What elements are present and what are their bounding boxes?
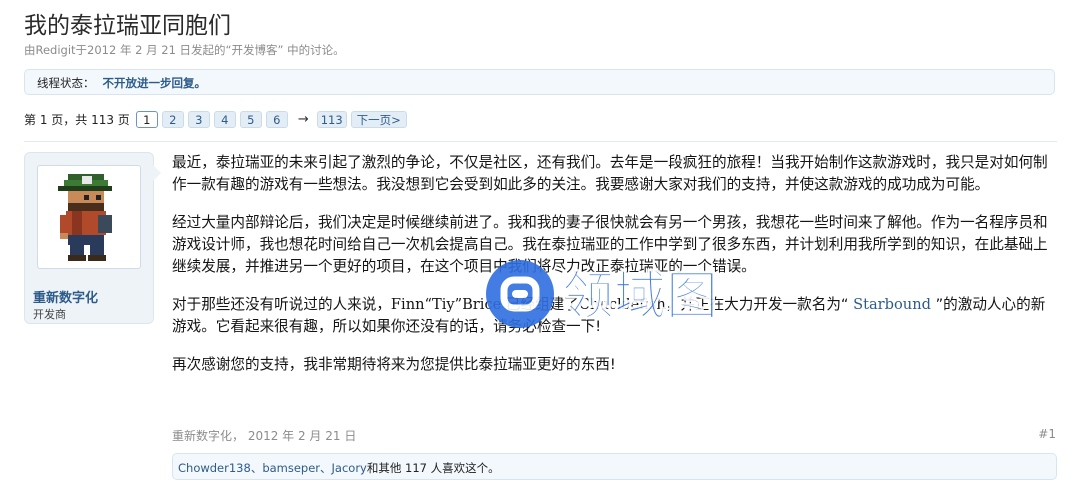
page-link-last[interactable]: 113 — [316, 110, 347, 128]
starbound-link[interactable]: Starbound — [848, 296, 935, 313]
likes-users-link[interactable]: Chowder138、bamseper、Jacory — [178, 461, 367, 475]
thread-title: 我的泰拉瑞亚同胞们 — [24, 13, 231, 39]
page-link-5[interactable]: 5 — [239, 110, 262, 128]
post-user-block: 重新数字化 开发商 — [24, 152, 161, 324]
next-page-button[interactable]: 下一页> — [350, 110, 407, 128]
post-paragraph: 再次感谢您的支持，我非常期待将来为您提供比泰拉瑞亚更好的东西! — [172, 356, 616, 373]
page-link-6[interactable]: 6 — [265, 110, 288, 128]
pagination-info: 第 1 页，共 113 页 — [24, 112, 130, 127]
page-link-2[interactable]: 2 — [161, 110, 184, 128]
likes-others-text[interactable]: 和其他 117 人喜欢这个。 — [367, 461, 500, 475]
pagination: 第 1 页，共 113 页 1 2 3 4 5 6 → 113 下一页> — [24, 109, 411, 129]
thread-subtitle: 由Redigit于2012 年 2 月 21 日发起的“开发博客” 中的讨论。 — [24, 43, 345, 57]
watermark-icon: 领域图 — [486, 260, 719, 328]
post-author-title: 开发商 — [33, 308, 66, 321]
avatar[interactable] — [37, 165, 141, 269]
likes-summary: Chowder138、bamseper、Jacory和其他 117 人喜欢这个。 — [172, 453, 1057, 480]
thread-status-box: 线程状态： 不开放进一步回复。 — [24, 69, 1055, 95]
thread-status-value: 不开放进一步回复。 — [102, 76, 207, 90]
watermark-text: 领域图 — [562, 267, 718, 327]
page-link-4[interactable]: 4 — [213, 110, 236, 128]
post-meta[interactable]: 重新数字化， 2012 年 2 月 21 日 — [172, 427, 356, 444]
pagination-arrow-icon: → — [297, 111, 309, 127]
post-number-link[interactable]: #1 — [1038, 427, 1056, 441]
watermark-logo: 领域图 — [482, 256, 772, 332]
post-paragraph: 最近，泰拉瑞亚的未来引起了激烈的争论，不仅是社区，还有我们。去年是一段疯狂的旅程… — [172, 154, 1048, 193]
post-text: 对于那些还没有听说过的人来说， — [172, 296, 391, 313]
page-link-1[interactable]: 1 — [135, 110, 158, 128]
pixel-character-icon — [58, 174, 112, 261]
thread-status-label: 线程状态： — [37, 76, 95, 90]
divider — [24, 141, 1057, 142]
page-link-3[interactable]: 3 — [187, 110, 210, 128]
post-author-name[interactable]: 重新数字化 — [33, 287, 98, 306]
